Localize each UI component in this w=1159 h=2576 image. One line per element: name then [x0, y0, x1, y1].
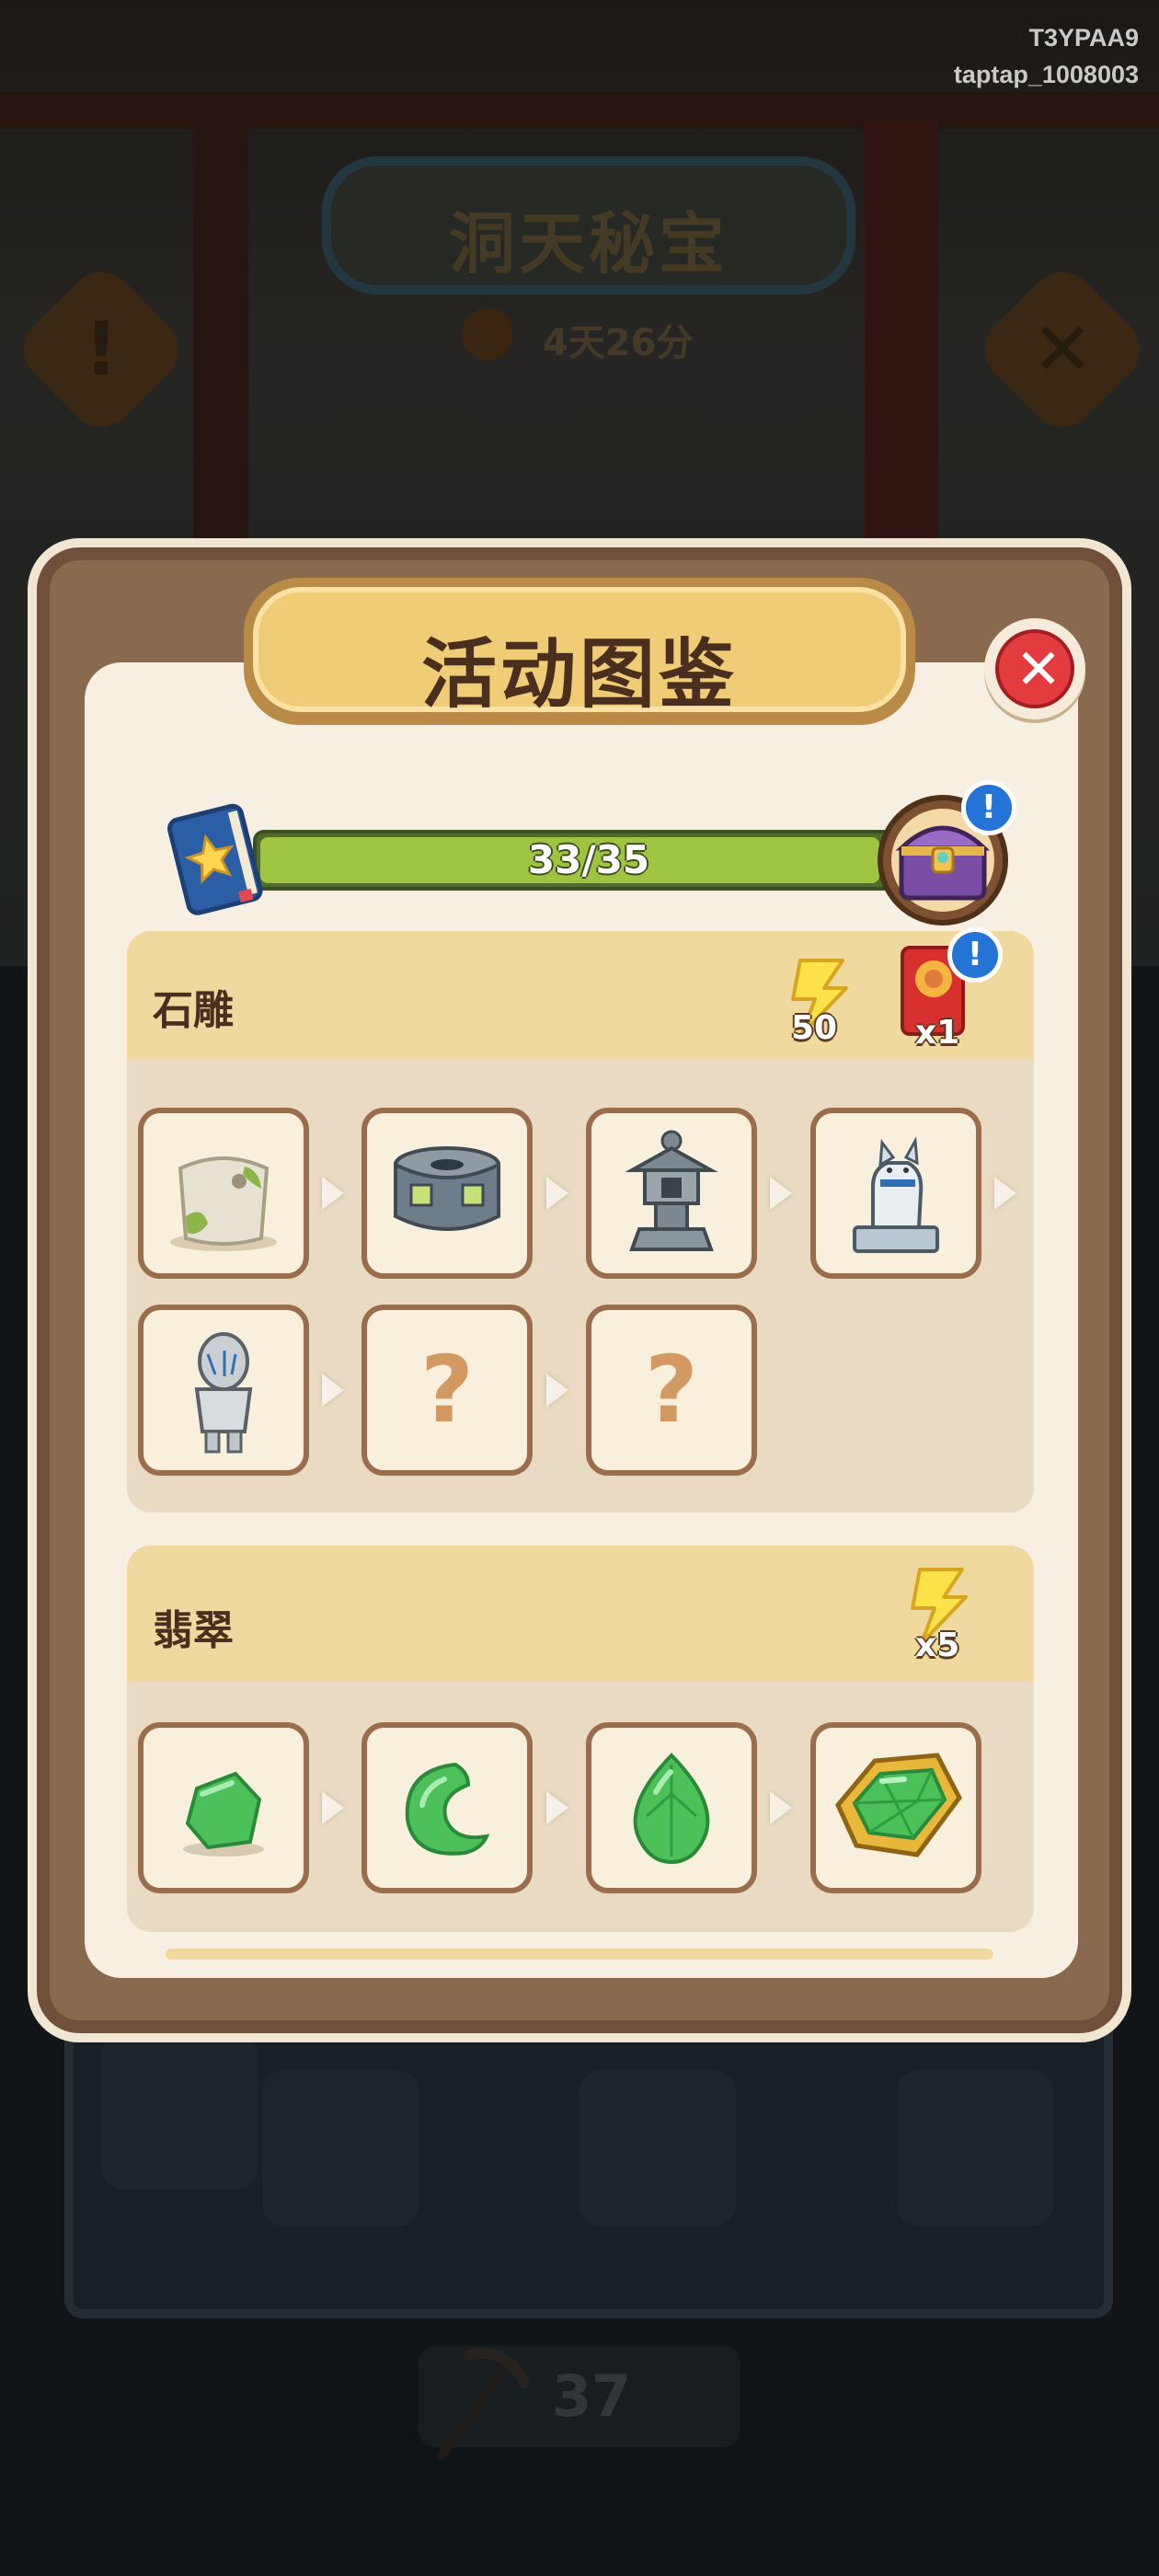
- collection-item-tile[interactable]: [586, 1108, 757, 1279]
- progress-label: 33/35: [527, 837, 650, 882]
- progression-arrow: [546, 1374, 568, 1407]
- progression-arrow: [546, 1791, 568, 1824]
- book-icon: [167, 803, 263, 915]
- unknown-item-icon: ?: [419, 1336, 474, 1443]
- mossy-stone-block-icon: [170, 1156, 277, 1251]
- energy-reward-label: 50: [791, 1009, 838, 1047]
- collection-progress-bar: 33/35: [253, 830, 924, 891]
- stone-dog-statue-icon: [853, 1135, 939, 1253]
- device-id-line2: taptap_1008003: [953, 61, 1139, 88]
- collection-item-tile[interactable]: [586, 1722, 757, 1893]
- collection-item-tile[interactable]: [138, 1305, 309, 1476]
- envelope-alert-badge: !: [947, 927, 1003, 983]
- collection-item-tile[interactable]: [810, 1722, 981, 1893]
- jade-drop-icon: [633, 1753, 710, 1865]
- close-icon: ✕: [995, 629, 1074, 708]
- collection-item-tile[interactable]: [361, 1108, 533, 1279]
- unknown-item-icon: ?: [644, 1336, 698, 1443]
- section-header: 翡翠: [127, 1546, 1034, 1682]
- collection-item-tile-locked[interactable]: ?: [586, 1305, 757, 1476]
- carved-stone-drum-icon: [394, 1146, 500, 1231]
- progression-arrow: [322, 1791, 344, 1824]
- envelope-reward-label: x1: [915, 1014, 960, 1052]
- progression-arrow: [770, 1177, 792, 1210]
- stone-figure-statue-icon: [194, 1332, 253, 1454]
- collection-item-tile-locked[interactable]: ?: [361, 1305, 533, 1476]
- progression-arrow: [546, 1177, 568, 1210]
- next-section-peek: [166, 1949, 993, 1960]
- collection-item-tile[interactable]: [138, 1722, 309, 1893]
- section-title: 石雕: [153, 987, 234, 1034]
- energy-reward-label: x5: [915, 1627, 960, 1664]
- collection-item-tile[interactable]: [361, 1722, 533, 1893]
- jade-pebble-icon: [183, 1771, 264, 1857]
- modal-title-plate: 活动图鉴: [244, 578, 915, 725]
- device-id-line1: T3YPAA9: [1028, 24, 1139, 52]
- jade-gem-gold-setting-icon: [835, 1753, 962, 1857]
- section-title: 翡翠: [153, 1607, 234, 1654]
- chest-alert-badge: !: [961, 780, 1016, 835]
- progression-arrow: [322, 1374, 344, 1407]
- progression-arrow: [322, 1177, 344, 1210]
- progression-arrow: [994, 1177, 1016, 1210]
- modal-title: 活动图鉴: [420, 631, 738, 719]
- stone-lantern-icon: [625, 1130, 718, 1251]
- progression-arrow: [770, 1791, 792, 1824]
- collection-item-tile[interactable]: [138, 1108, 309, 1279]
- collection-item-tile[interactable]: [810, 1108, 981, 1279]
- jade-crescent-icon: [405, 1762, 490, 1856]
- close-button[interactable]: ✕: [984, 618, 1085, 719]
